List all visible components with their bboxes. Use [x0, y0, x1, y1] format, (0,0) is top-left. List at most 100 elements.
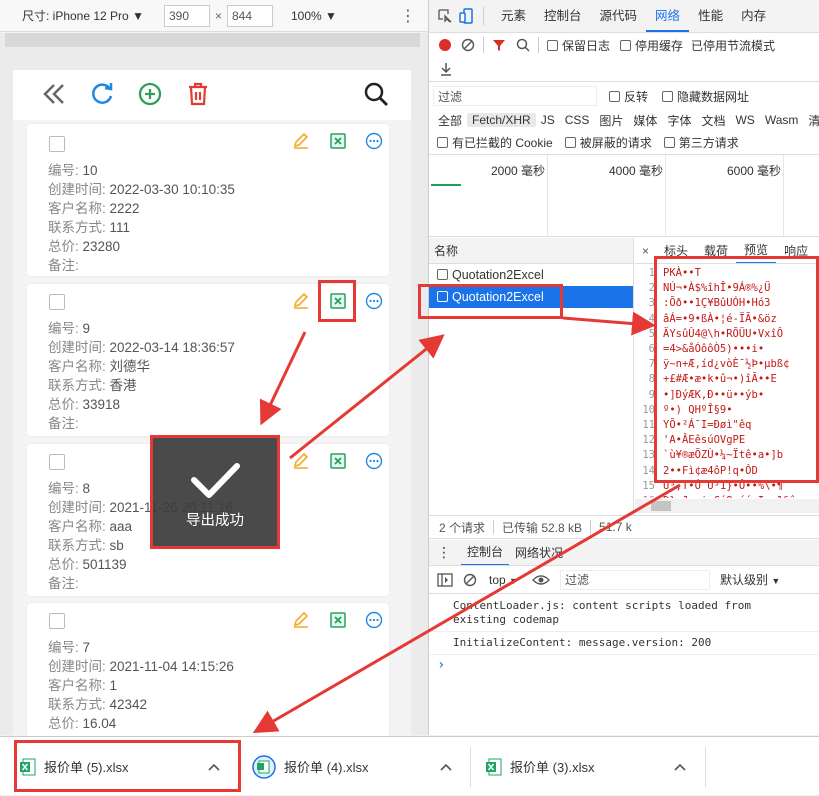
excel-export-icon[interactable]	[329, 452, 347, 470]
record-id: 编号: 9	[48, 317, 90, 337]
hide-data-urls-checkbox[interactable]: 隐藏数据网址	[662, 88, 749, 105]
line-number: 3	[635, 296, 655, 311]
record-checkbox[interactable]	[49, 136, 65, 152]
close-icon[interactable]: ×	[635, 244, 656, 258]
excel-export-icon[interactable]	[329, 292, 347, 310]
trash-icon[interactable]	[185, 81, 211, 107]
chevron-up-icon[interactable]	[440, 763, 452, 771]
blocked-requests-checkbox[interactable]: 被屏蔽的请求	[565, 134, 652, 151]
more-options-icon[interactable]: ⋮	[400, 6, 416, 26]
extra-filter-bar: 有已拦截的 Cookie 被屏蔽的请求 第三方请求	[429, 131, 819, 155]
invert-checkbox[interactable]: 反转	[609, 88, 648, 105]
horizontal-scrollbar[interactable]	[635, 499, 819, 513]
edit-icon[interactable]	[292, 292, 310, 310]
line-text: `ù¥®æÕZÙ•¼~Ïtê•a•]b	[663, 449, 783, 461]
filter-media[interactable]: 媒体	[628, 112, 662, 129]
filter-img[interactable]: 图片	[594, 112, 628, 129]
context-select[interactable]: top ▼	[489, 573, 518, 587]
line-text: =4>&åÓôôÒ5 )•••i•	[663, 343, 764, 355]
excel-export-icon[interactable]	[329, 132, 347, 150]
tab-memory[interactable]: 内存	[732, 0, 775, 32]
add-icon[interactable]	[137, 81, 163, 107]
device-width-input[interactable]: 390	[164, 5, 210, 27]
devtools-main-tabs: 元素 控制台 源代码 网络 性能 内存	[429, 0, 819, 33]
more-icon[interactable]	[365, 452, 383, 470]
record-checkbox[interactable]	[49, 294, 65, 310]
filter-icon[interactable]	[492, 38, 506, 52]
throttling-select[interactable]: 已停用节流模式	[691, 37, 775, 54]
edit-icon[interactable]	[292, 452, 310, 470]
record-icon[interactable]	[439, 39, 451, 51]
excel-file-icon	[20, 758, 36, 776]
network-overview[interactable]: 2000 毫秒 4000 毫秒 6000 毫秒	[429, 155, 819, 237]
console-filter-input[interactable]: 过滤	[560, 570, 710, 590]
excel-export-icon[interactable]	[329, 611, 347, 629]
tab-payload[interactable]: 载荷	[696, 238, 736, 264]
drawer-tab-network-conditions[interactable]: 网络状况	[515, 544, 563, 561]
zoom-select[interactable]: 100% ▼	[291, 9, 337, 23]
name-column-header[interactable]: 名称	[429, 238, 633, 264]
eye-icon[interactable]	[532, 574, 550, 586]
preserve-log-checkbox[interactable]: 保留日志	[547, 37, 610, 54]
tab-console[interactable]: 控制台	[535, 0, 591, 32]
filter-js[interactable]: JS	[536, 113, 560, 127]
download-item[interactable]: 报价单 (5).xlsx	[20, 737, 235, 796]
preview-line: 2 NÚ¬•À$%îhÎ•9Á®%¿Ü	[635, 281, 770, 296]
drawer-menu-icon[interactable]: ⋮	[437, 544, 451, 561]
preview-line: 10 º•) QHºÎ§9•	[635, 403, 733, 418]
console-prompt[interactable]: ›	[429, 655, 819, 675]
tab-preview[interactable]: 预览	[736, 238, 776, 264]
request-row-selected[interactable]: Quotation2Excel	[429, 286, 633, 308]
filter-all[interactable]: 全部	[433, 112, 467, 129]
sidebar-toggle-icon[interactable]	[437, 573, 453, 587]
detail-tabs: × 标头 载荷 预览 响应	[635, 238, 819, 264]
drawer-tab-console[interactable]: 控制台	[461, 540, 509, 566]
disable-cache-checkbox[interactable]: 停用缓存	[620, 37, 683, 54]
preview-line: 1 PK  À••T	[635, 266, 701, 281]
edit-icon[interactable]	[292, 132, 310, 150]
more-icon[interactable]	[365, 132, 383, 150]
filter-input[interactable]: 过滤	[433, 86, 597, 106]
download-item[interactable]: 报价单 (3).xlsx	[486, 737, 696, 796]
filter-css[interactable]: CSS	[560, 113, 595, 127]
record-created: 创建时间: 2022-03-30 10:10:35	[48, 178, 235, 198]
filter-font[interactable]: 字体	[662, 112, 696, 129]
blocked-cookies-checkbox[interactable]: 有已拦截的 Cookie	[437, 134, 553, 151]
device-select[interactable]: 尺寸: iPhone 12 Pro ▼	[22, 7, 144, 24]
clear-console-icon[interactable]	[463, 573, 477, 587]
import-har-icon[interactable]	[439, 62, 453, 76]
chevron-up-icon[interactable]	[208, 763, 220, 771]
more-icon[interactable]	[365, 292, 383, 310]
tab-response[interactable]: 响应	[776, 238, 816, 264]
filter-wasm[interactable]: Wasm	[760, 113, 804, 127]
search-icon[interactable]	[363, 81, 389, 107]
tab-network[interactable]: 网络	[646, 0, 689, 32]
third-party-checkbox[interactable]: 第三方请求	[664, 134, 739, 151]
record-checkbox[interactable]	[49, 613, 65, 629]
chevron-up-icon[interactable]	[674, 763, 686, 771]
tab-sources[interactable]: 源代码	[591, 0, 647, 32]
download-filename: 报价单 (3).xlsx	[510, 757, 595, 776]
clear-icon[interactable]	[461, 38, 475, 52]
record-customer: 客户名称: 1	[48, 674, 117, 694]
tab-headers[interactable]: 标头	[656, 238, 696, 264]
refresh-icon[interactable]	[89, 81, 115, 107]
more-icon[interactable]	[365, 611, 383, 629]
filter-manifest[interactable]: 清单	[803, 112, 819, 129]
request-list: 名称 Quotation2Excel Quotation2Excel	[429, 238, 634, 515]
search-icon[interactable]	[516, 38, 530, 52]
tab-elements[interactable]: 元素	[492, 0, 535, 32]
device-toggle-icon[interactable]	[459, 8, 475, 24]
edit-icon[interactable]	[292, 611, 310, 629]
filter-ws[interactable]: WS	[730, 113, 759, 127]
double-chevron-left-icon[interactable]	[41, 82, 67, 106]
record-checkbox[interactable]	[49, 454, 65, 470]
request-row[interactable]: Quotation2Excel	[429, 264, 633, 286]
tab-performance[interactable]: 性能	[689, 0, 732, 32]
download-item[interactable]: 报价单 (4).xlsx	[252, 737, 462, 796]
log-levels-select[interactable]: 默认级别 ▼	[720, 571, 780, 588]
filter-doc[interactable]: 文档	[696, 112, 730, 129]
device-height-input[interactable]: 844	[227, 5, 273, 27]
filter-fetch-xhr[interactable]: Fetch/XHR	[467, 113, 536, 127]
inspect-element-icon[interactable]	[437, 8, 453, 24]
